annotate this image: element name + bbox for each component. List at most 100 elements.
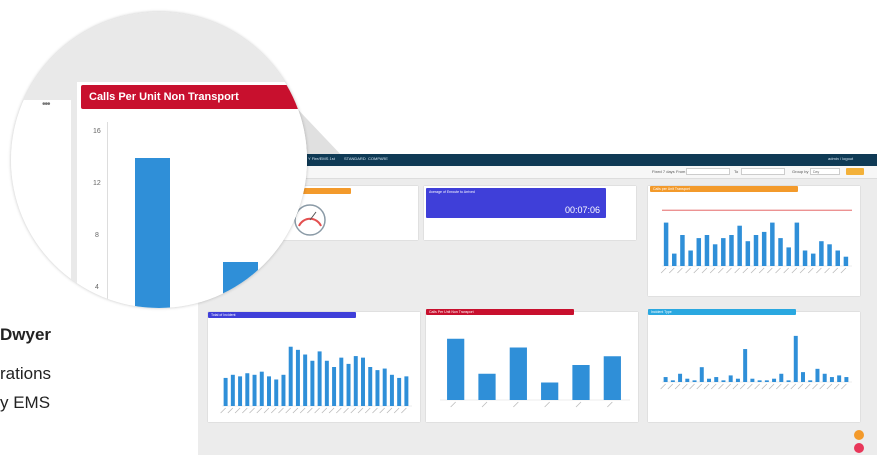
x-tick-label xyxy=(791,267,798,274)
group-by-select[interactable]: Day xyxy=(810,168,840,175)
chart-bar[interactable] xyxy=(745,241,751,266)
fab-alert-button[interactable] xyxy=(854,443,864,453)
chart-bar[interactable] xyxy=(361,357,365,406)
chart-bar[interactable] xyxy=(810,253,816,266)
nav-item-3[interactable]: COMPARE xyxy=(368,156,388,161)
chart-bar[interactable] xyxy=(274,379,279,406)
x-tick-label xyxy=(314,407,320,414)
chart-bar[interactable] xyxy=(793,335,798,382)
chart-bar[interactable] xyxy=(509,347,527,401)
chart-bar[interactable] xyxy=(245,373,250,406)
chart-bar[interactable] xyxy=(808,380,813,382)
chart-bar[interactable] xyxy=(757,380,762,382)
chart-bar[interactable] xyxy=(735,378,740,382)
chart-bar[interactable] xyxy=(572,365,590,400)
chart-bar[interactable] xyxy=(835,250,840,267)
chart-bar[interactable] xyxy=(737,225,742,266)
total-incident-card: Total of Incident xyxy=(208,312,420,422)
chart-bar[interactable] xyxy=(786,247,791,266)
chart-bar[interactable] xyxy=(281,374,286,406)
chart-bar[interactable] xyxy=(729,235,734,266)
chart-bar[interactable] xyxy=(779,373,784,382)
x-tick-label xyxy=(220,407,226,414)
chart-bar[interactable] xyxy=(339,357,344,406)
chart-bar[interactable] xyxy=(688,250,693,267)
chart-bar[interactable] xyxy=(310,360,315,406)
chart-bar[interactable] xyxy=(696,238,702,266)
chart-bar[interactable] xyxy=(295,349,300,406)
chart-bar[interactable] xyxy=(844,377,849,382)
chart-bar[interactable] xyxy=(324,360,329,406)
chart-bar[interactable] xyxy=(692,380,697,382)
chart-bar[interactable] xyxy=(843,256,849,266)
fab-help-button[interactable] xyxy=(854,430,864,440)
chart-bar[interactable] xyxy=(761,231,767,266)
x-tick-label xyxy=(481,401,488,408)
chart-bar[interactable] xyxy=(743,349,748,382)
chart-bar[interactable] xyxy=(389,374,394,406)
card-menu-icon[interactable]: ••• xyxy=(42,99,50,110)
from-date-input[interactable] xyxy=(686,168,730,175)
chart-bar[interactable] xyxy=(332,367,337,406)
chart-bar[interactable] xyxy=(267,376,271,406)
chart-bar[interactable] xyxy=(750,378,755,382)
chart-bar[interactable] xyxy=(259,371,264,406)
nav-item-2[interactable]: STANDARD xyxy=(344,156,366,161)
speaker-name: Dwyer xyxy=(0,325,52,344)
chart-bar[interactable] xyxy=(685,378,690,382)
chart-bar[interactable] xyxy=(764,380,769,382)
chart-bar[interactable] xyxy=(819,241,824,266)
apply-button[interactable] xyxy=(846,168,864,175)
chart-bar[interactable] xyxy=(837,375,842,382)
chart-bar[interactable] xyxy=(699,367,704,382)
chart-bar[interactable] xyxy=(802,250,808,267)
chart-bar[interactable] xyxy=(252,374,257,406)
chart-bar[interactable] xyxy=(663,377,668,382)
chart-bar[interactable] xyxy=(721,380,726,382)
chart-bar[interactable] xyxy=(478,373,496,400)
chart-bar[interactable] xyxy=(778,238,783,266)
chart-bar[interactable] xyxy=(822,373,827,382)
chart-bar[interactable] xyxy=(721,238,726,266)
chart-bar[interactable] xyxy=(815,368,820,382)
chart-bar[interactable] xyxy=(728,375,733,382)
chart-bar[interactable] xyxy=(382,368,387,406)
chart-bar[interactable] xyxy=(680,235,685,266)
chart-bar[interactable] xyxy=(829,377,834,382)
chart-bar[interactable] xyxy=(353,356,358,406)
chart-bar[interactable] xyxy=(288,346,293,406)
chart-bar[interactable] xyxy=(714,377,719,382)
chart-bar[interactable] xyxy=(827,244,832,266)
x-tick-label xyxy=(696,383,703,390)
chart-bar[interactable] xyxy=(346,363,351,406)
chart-bar[interactable] xyxy=(397,377,402,406)
chart-bar[interactable] xyxy=(317,351,322,406)
chart-bar[interactable] xyxy=(772,378,777,382)
chart-bar[interactable] xyxy=(712,244,718,266)
chart-bar[interactable] xyxy=(368,367,373,406)
chart-bar[interactable] xyxy=(786,380,791,382)
chart-bar[interactable] xyxy=(238,376,243,406)
chart-bar[interactable] xyxy=(678,373,683,382)
chart-bar[interactable] xyxy=(404,376,409,406)
chart-bar[interactable] xyxy=(223,377,228,406)
chart-bar[interactable] xyxy=(770,222,775,266)
chart-bar[interactable] xyxy=(375,370,380,406)
chart-bar[interactable] xyxy=(670,380,675,382)
user-menu[interactable]: admin / logout xyxy=(828,156,853,161)
chart-bar[interactable] xyxy=(603,356,621,400)
chart-bar[interactable] xyxy=(230,374,235,406)
chart-bar[interactable] xyxy=(672,253,677,266)
x-tick-label xyxy=(824,267,830,274)
chart-bar[interactable] xyxy=(794,222,800,266)
nav-item-1[interactable]: Y Fire/EMS 1st xyxy=(308,156,335,161)
chart-bar[interactable] xyxy=(753,235,759,266)
chart-bar[interactable] xyxy=(704,235,710,266)
chart-bar[interactable] xyxy=(541,382,559,401)
chart-bar[interactable] xyxy=(447,338,465,400)
chart-bar[interactable] xyxy=(303,354,308,406)
to-date-input[interactable] xyxy=(741,168,785,175)
chart-bar[interactable] xyxy=(707,378,711,382)
chart-bar[interactable] xyxy=(663,222,669,266)
chart-bar[interactable] xyxy=(801,372,805,382)
